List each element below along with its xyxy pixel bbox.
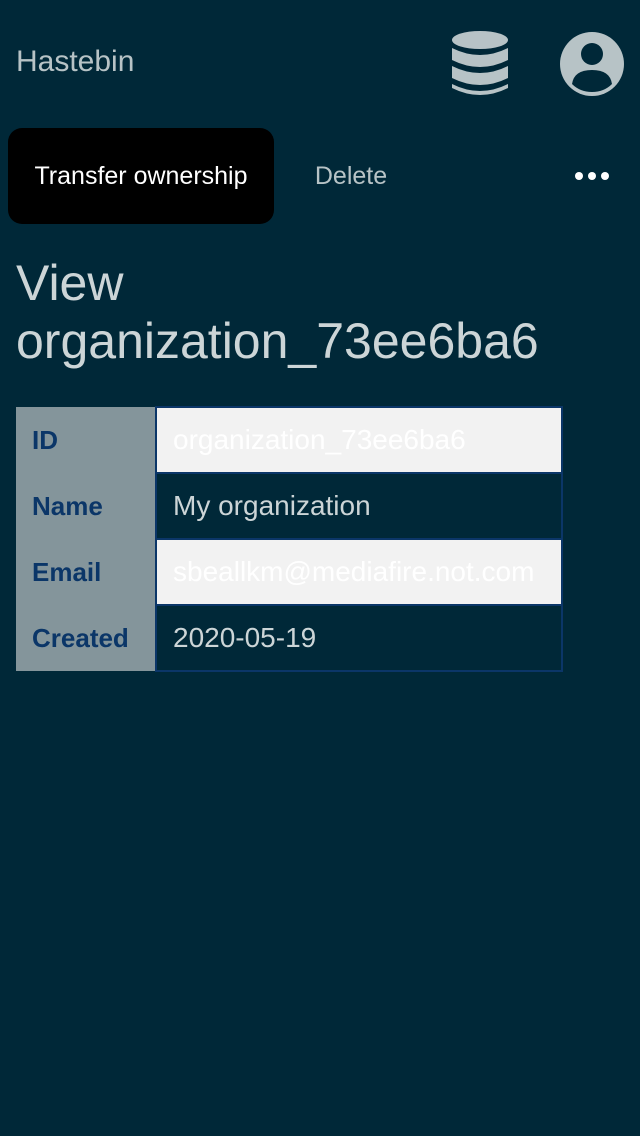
app-name[interactable]: Hastebin — [16, 42, 134, 82]
id-value[interactable]: organization_73ee6ba6 — [155, 406, 563, 474]
name-label: Name — [16, 473, 156, 539]
dot — [601, 172, 609, 180]
account-icon[interactable] — [558, 30, 626, 98]
table-row: Created 2020-05-19 — [16, 604, 563, 672]
table-row: ID organization_73ee6ba6 — [16, 406, 563, 474]
organization-details-table: ID organization_73ee6ba6 Name My organiz… — [16, 406, 563, 672]
created-label: Created — [16, 605, 156, 671]
table-row: Email sbeallkm@mediafire.not.com — [16, 538, 563, 606]
dot — [588, 172, 596, 180]
database-icon[interactable] — [450, 30, 510, 98]
table-row: Name My organization — [16, 472, 563, 540]
transfer-ownership-button[interactable]: Transfer ownership — [8, 128, 274, 224]
more-options-icon[interactable] — [562, 156, 622, 196]
page-title: View organization_73ee6ba6 — [16, 255, 539, 369]
delete-button[interactable]: Delete — [290, 128, 412, 224]
name-value: My organization — [155, 472, 563, 540]
email-label: Email — [16, 539, 156, 605]
dot — [575, 172, 583, 180]
id-label: ID — [16, 407, 156, 473]
email-value[interactable]: sbeallkm@mediafire.not.com — [155, 538, 563, 606]
created-value: 2020-05-19 — [155, 604, 563, 672]
